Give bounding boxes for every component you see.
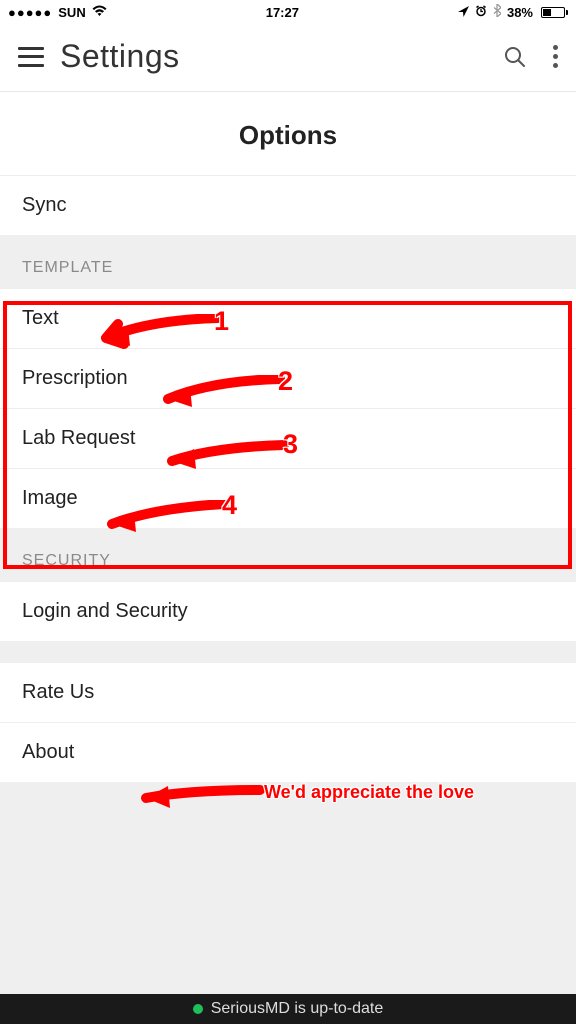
battery-pct-label: 38%: [507, 5, 533, 20]
annotation-number-4: 4: [222, 490, 237, 521]
annotation-number-1: 1: [214, 306, 229, 337]
nav-title: Settings: [60, 38, 503, 75]
clock-label: 17:27: [107, 5, 458, 20]
settings-item-image[interactable]: Image: [0, 468, 576, 528]
section-header-template: TEMPLATE: [0, 235, 576, 289]
page-title: Options: [0, 92, 576, 175]
bluetooth-icon: [493, 4, 501, 20]
settings-item-text[interactable]: Text: [0, 289, 576, 348]
menu-icon[interactable]: [18, 47, 44, 67]
annotation-number-2: 2: [278, 366, 293, 397]
settings-item-about[interactable]: About: [0, 722, 576, 782]
status-footer-text: SeriousMD is up-to-date: [211, 1000, 384, 1018]
wifi-icon: [92, 5, 107, 20]
signal-dots-icon: ●●●●●: [8, 5, 52, 20]
nav-bar: Settings: [0, 22, 576, 92]
carrier-label: SUN: [58, 5, 85, 20]
settings-item-sync[interactable]: Sync: [0, 175, 576, 235]
annotation-love-text: We'd appreciate the love: [264, 782, 474, 803]
section-header-security: SECURITY: [0, 528, 576, 582]
settings-item-login-security[interactable]: Login and Security: [0, 582, 576, 641]
status-dot-icon: [193, 1004, 203, 1014]
annotation-arrow-love: [128, 778, 268, 814]
content-area: Options Sync TEMPLATE Text Prescription …: [0, 92, 576, 994]
alarm-icon: [475, 5, 487, 20]
battery-icon: [539, 7, 568, 18]
more-icon[interactable]: [553, 45, 558, 68]
ios-status-bar: ●●●●● SUN 17:27 38%: [0, 0, 576, 22]
status-footer: SeriousMD is up-to-date: [0, 994, 576, 1024]
settings-item-rate-us[interactable]: Rate Us: [0, 663, 576, 722]
annotation-number-3: 3: [283, 429, 298, 460]
location-icon: [458, 5, 469, 20]
search-icon[interactable]: [503, 45, 527, 69]
